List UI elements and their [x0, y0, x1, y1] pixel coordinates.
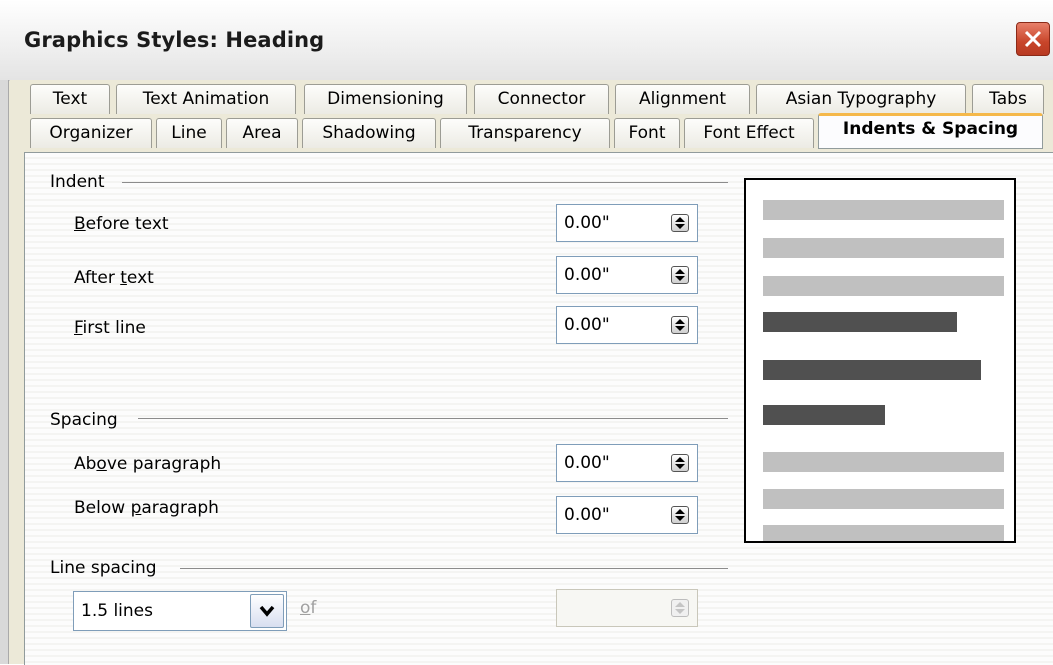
before-text-spinbox[interactable]: 0.00": [556, 204, 698, 242]
tab-tabs[interactable]: Tabs: [972, 84, 1044, 114]
below-paragraph-label: Below paragraph: [74, 498, 219, 518]
paragraph-preview: [744, 178, 1016, 543]
spacing-heading: Spacing: [50, 410, 118, 430]
tab-shadowing[interactable]: Shadowing: [302, 118, 436, 148]
line-spacing-select[interactable]: 1.5 lines: [73, 591, 287, 631]
tab-text[interactable]: Text: [30, 84, 110, 114]
spin-arrows-icon[interactable]: [671, 316, 689, 334]
after-text-value: 0.00": [564, 265, 610, 285]
above-paragraph-spinbox[interactable]: 0.00": [556, 444, 698, 482]
before-text-label: Before text: [74, 214, 169, 234]
first-line-label: First line: [74, 318, 146, 338]
tab-transparency[interactable]: Transparency: [440, 118, 610, 148]
line-spacing-selected: 1.5 lines: [81, 601, 153, 621]
tab-area[interactable]: Area: [226, 118, 298, 148]
preview-line-prev: [763, 200, 1004, 220]
spin-arrows-icon[interactable]: [671, 599, 689, 617]
tab-strip: Text Text Animation Dimensioning Connect…: [10, 80, 1053, 154]
below-paragraph-value: 0.00": [564, 505, 610, 525]
tab-line[interactable]: Line: [156, 118, 222, 148]
after-text-label: After text: [74, 268, 154, 288]
tab-font[interactable]: Font: [614, 118, 680, 148]
chevron-down-icon: [259, 605, 275, 617]
after-text-spinbox[interactable]: 0.00": [556, 256, 698, 294]
preview-line-current: [763, 312, 957, 332]
window-left-border: [0, 80, 9, 664]
tab-organizer[interactable]: Organizer: [30, 118, 152, 148]
preview-line-prev: [763, 238, 1004, 258]
preview-line-next: [763, 489, 1004, 509]
tab-alignment[interactable]: Alignment: [615, 84, 750, 114]
spacing-separator: [138, 418, 728, 419]
indent-heading: Indent: [50, 172, 105, 192]
spin-arrows-icon[interactable]: [671, 506, 689, 524]
tab-font-effect[interactable]: Font Effect: [684, 118, 814, 148]
title-bar: Graphics Styles: Heading: [0, 0, 1053, 81]
tab-connector[interactable]: Connector: [474, 84, 609, 114]
tab-text-animation[interactable]: Text Animation: [116, 84, 296, 114]
above-paragraph-value: 0.00": [564, 453, 610, 473]
dropdown-button[interactable]: [250, 594, 284, 628]
preview-line-next: [763, 452, 1004, 472]
line-spacing-heading: Line spacing: [50, 558, 157, 578]
first-line-value: 0.00": [564, 315, 610, 335]
tab-dimensioning[interactable]: Dimensioning: [304, 84, 467, 114]
spin-arrows-icon[interactable]: [671, 266, 689, 284]
first-line-spinbox[interactable]: 0.00": [556, 306, 698, 344]
above-paragraph-label: Above paragraph: [74, 454, 222, 474]
indent-separator: [122, 182, 728, 183]
of-label: of: [300, 598, 317, 618]
before-text-value: 0.00": [564, 213, 610, 233]
tab-asian-typography[interactable]: Asian Typography: [756, 84, 966, 114]
below-paragraph-spinbox[interactable]: 0.00": [556, 496, 698, 534]
preview-line-current: [763, 360, 981, 380]
line-spacing-separator: [180, 568, 728, 569]
close-icon: [1024, 30, 1042, 48]
dialog-title: Graphics Styles: Heading: [24, 28, 325, 52]
preview-line-current: [763, 405, 885, 425]
line-spacing-value-spinbox[interactable]: [556, 589, 698, 627]
spin-arrows-icon[interactable]: [671, 454, 689, 472]
close-button[interactable]: [1016, 22, 1050, 56]
dialog-window: Graphics Styles: Heading Text Text Anima…: [0, 0, 1053, 665]
preview-line-next: [763, 525, 1004, 541]
preview-line-prev: [763, 276, 1004, 296]
spin-arrows-icon[interactable]: [671, 214, 689, 232]
tab-indents-spacing[interactable]: Indents & Spacing: [818, 113, 1043, 149]
